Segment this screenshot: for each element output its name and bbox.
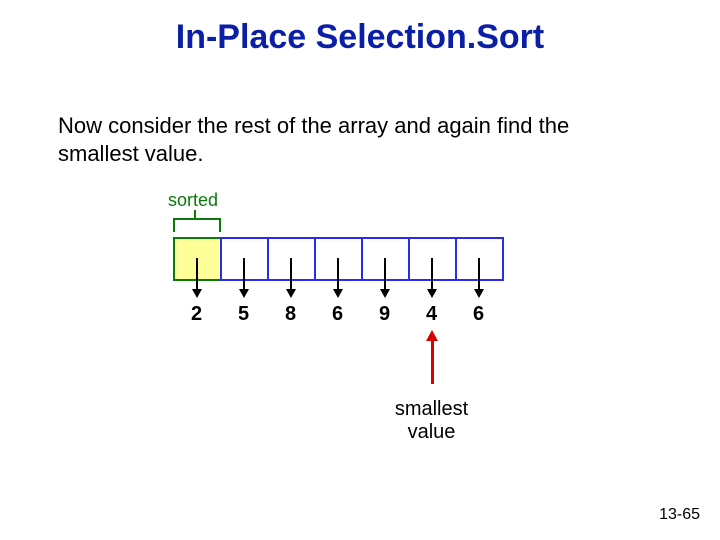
- smallest-value-label-line2: value: [408, 421, 456, 443]
- page-number: 13-65: [659, 506, 700, 524]
- array-cell-unsorted: [220, 237, 269, 281]
- sorted-bracket: [173, 218, 221, 232]
- slide-body-text: Now consider the rest of the array and a…: [58, 112, 638, 167]
- smallest-value-label-line1: smallest: [395, 398, 468, 420]
- array-value: 5: [224, 303, 264, 326]
- array-value: 4: [412, 303, 452, 326]
- smallest-value-label: smallest value: [387, 398, 477, 444]
- array-value: 9: [365, 303, 405, 326]
- array-cell-unsorted: [267, 237, 316, 281]
- array-value: 6: [318, 303, 358, 326]
- array-value: 8: [271, 303, 311, 326]
- array-cell-unsorted: [455, 237, 504, 281]
- sorted-label: sorted: [168, 190, 218, 211]
- sorted-bracket-stem: [194, 210, 196, 218]
- array-value: 2: [177, 303, 217, 326]
- array-cell-unsorted: [361, 237, 410, 281]
- array-cell-sorted: [173, 237, 222, 281]
- array-cell-unsorted: [408, 237, 457, 281]
- slide-title: In-Place Selection.Sort: [0, 18, 720, 57]
- array-value: 6: [459, 303, 499, 326]
- array-cell-unsorted: [314, 237, 363, 281]
